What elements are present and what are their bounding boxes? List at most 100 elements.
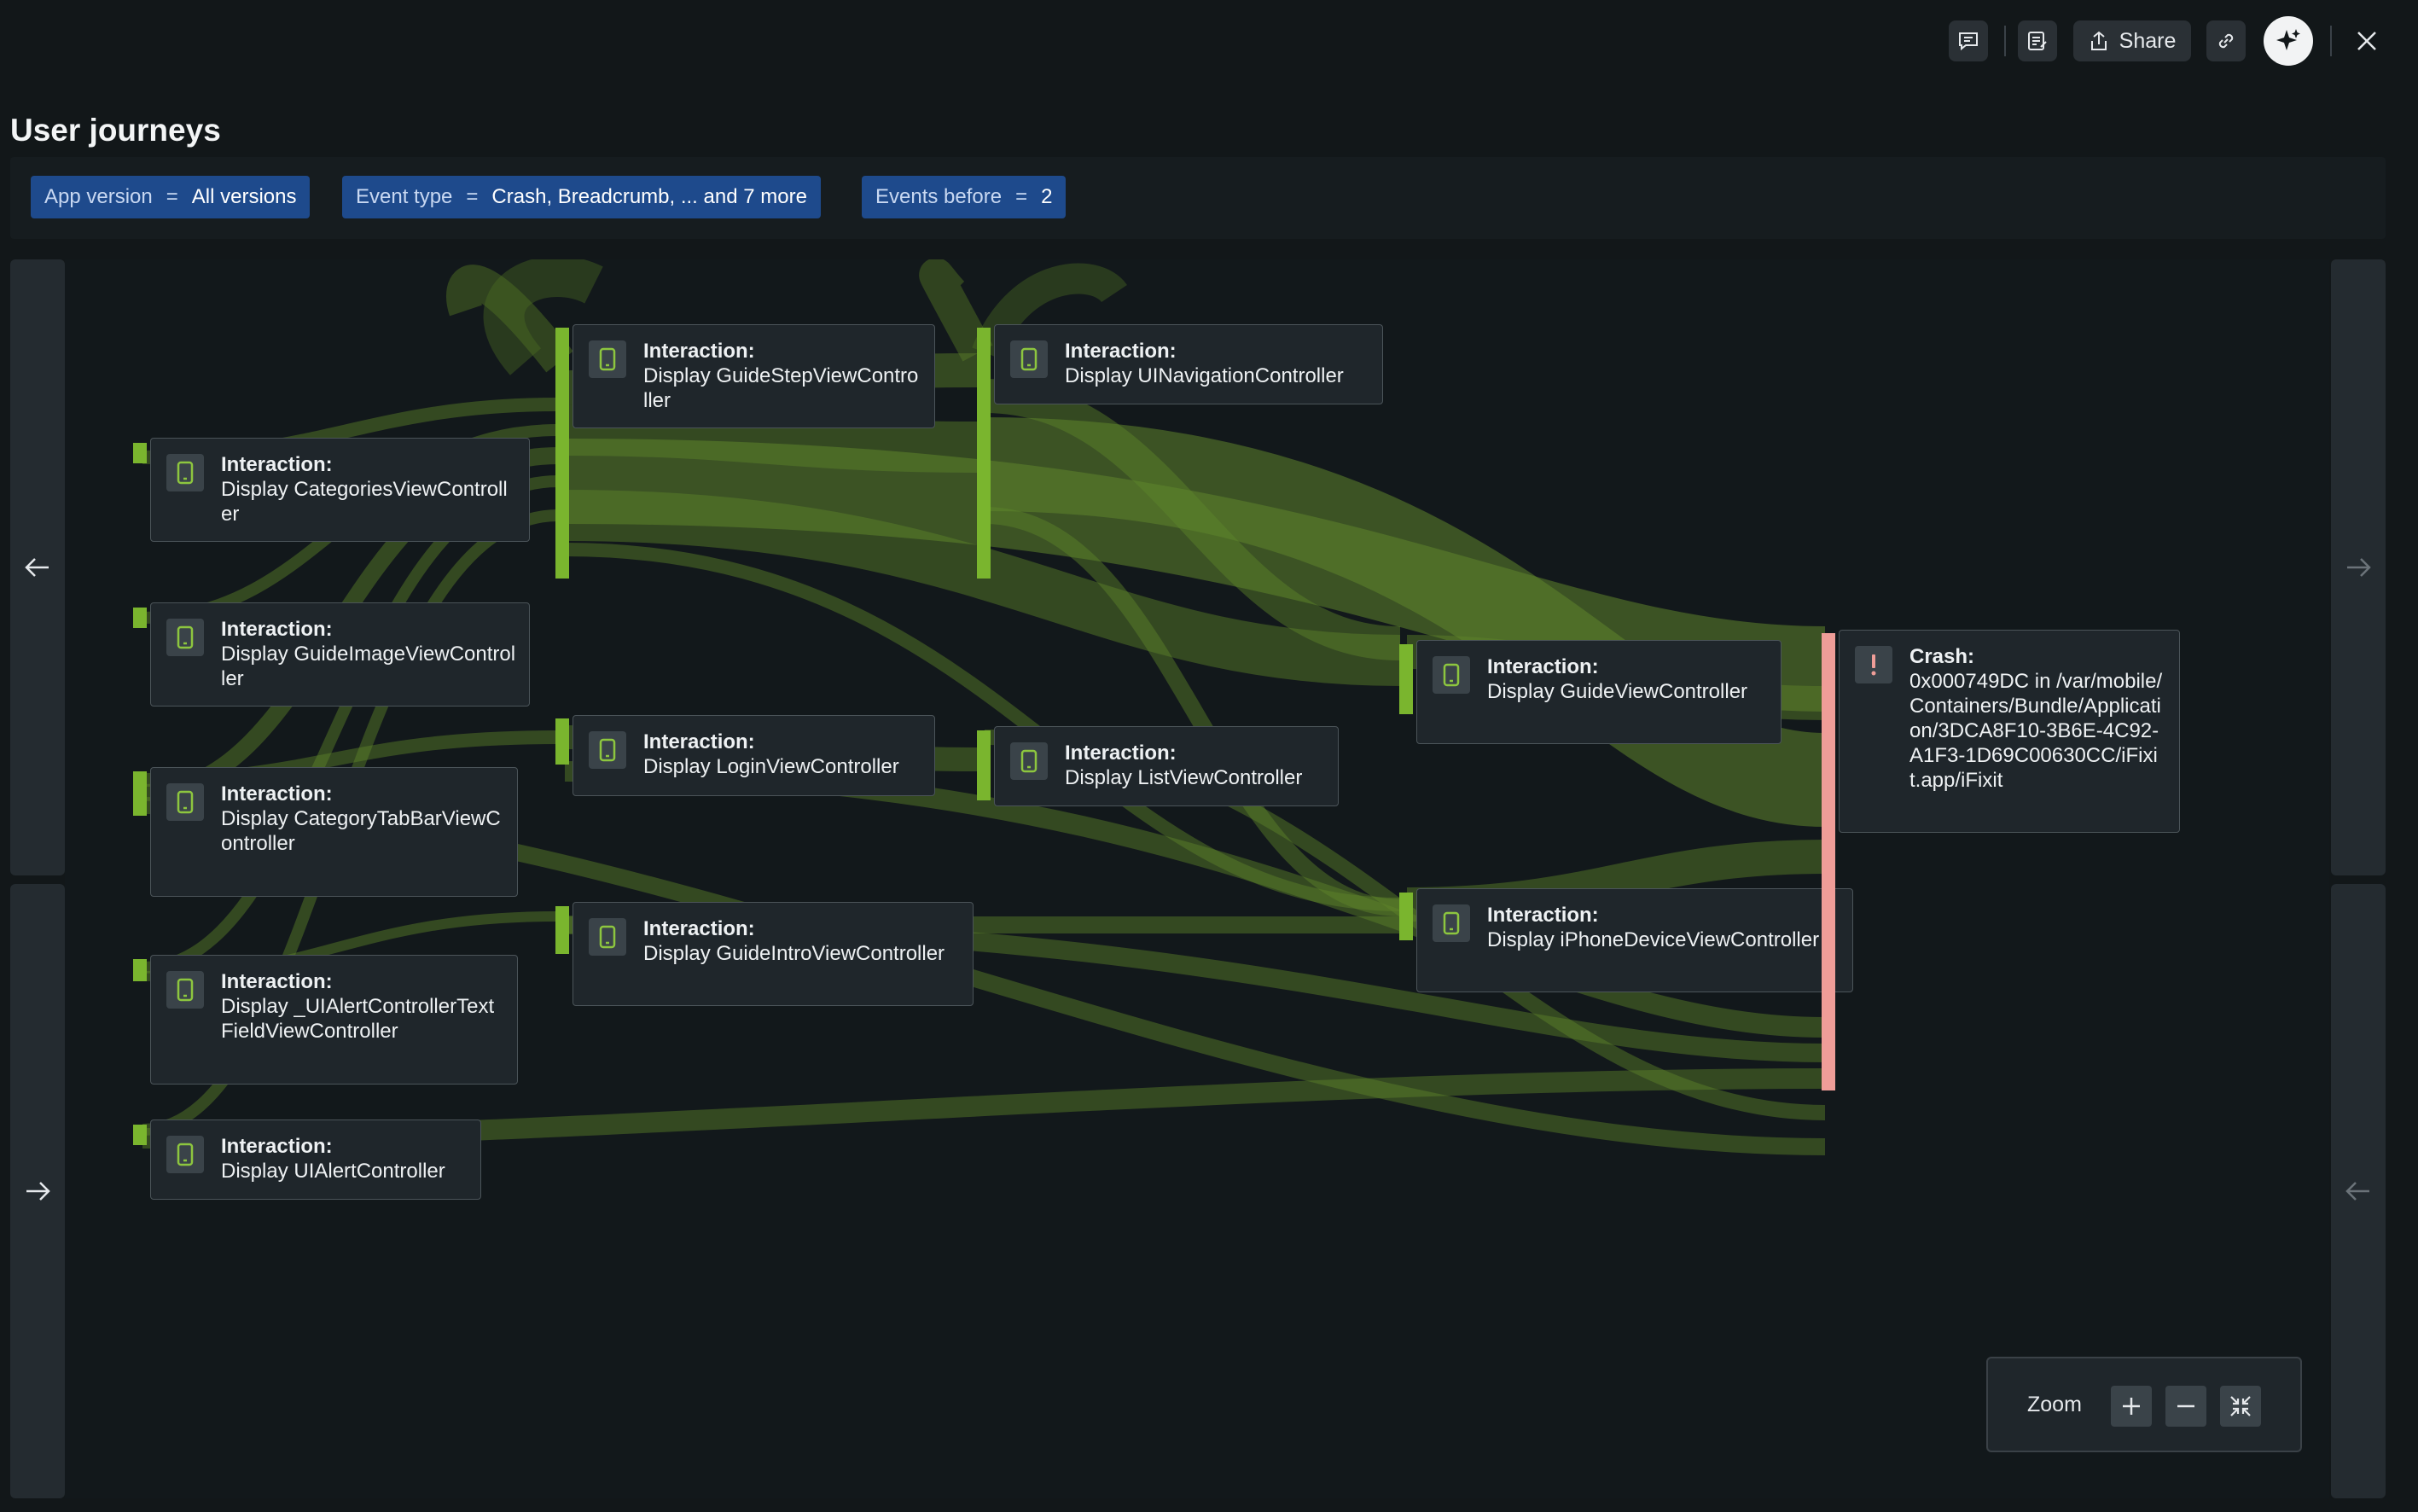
node-kind: Interaction: — [1487, 655, 1599, 678]
node-label: Display GuideIntroViewController — [643, 942, 945, 965]
node-label: Display _UIAlertControllerTextFieldViewC… — [221, 995, 495, 1043]
node-alert-textfield[interactable]: Interaction: Display _UIAlertControllerTe… — [150, 955, 518, 1085]
notes-icon — [2028, 32, 2047, 50]
node-bar — [1399, 893, 1413, 940]
phone-icon — [1010, 742, 1048, 780]
scroll-right-button[interactable] — [2331, 259, 2386, 875]
node-bar — [133, 608, 147, 628]
crash-bar — [1822, 633, 1835, 1090]
node-bar — [555, 328, 569, 579]
node-kind: Interaction: — [221, 618, 333, 641]
phone-icon — [589, 918, 626, 956]
filter-app-version[interactable]: App version = All versions — [31, 176, 311, 218]
node-label: Display UIAlertController — [221, 1160, 445, 1183]
sparkle-icon — [2276, 29, 2300, 50]
phone-icon — [1433, 904, 1470, 942]
share-button[interactable]: Share — [2073, 20, 2191, 61]
filter-key: Event type — [356, 185, 453, 208]
node-bar — [555, 906, 569, 954]
zoom-label: Zoom — [2027, 1393, 2082, 1416]
node-bar — [133, 443, 147, 463]
phone-icon — [589, 731, 626, 769]
node-label: Display GuideStepViewController — [643, 364, 919, 412]
filter-value: 2 — [1041, 185, 1053, 208]
node-label: Display iPhoneDeviceViewController — [1487, 928, 1820, 951]
node-bar — [133, 959, 147, 981]
filter-event-type[interactable]: Event type = Crash, Breadcrumb, ... and … — [342, 176, 821, 218]
arrow-right-icon — [2347, 558, 2371, 577]
ai-assistant-button[interactable] — [2264, 16, 2313, 66]
node-kind: Crash: — [1909, 645, 1975, 668]
filter-key: Events before — [875, 185, 1003, 208]
close-icon — [2357, 32, 2376, 50]
node-kind: Interaction: — [221, 453, 333, 476]
node-label: Display LoginViewController — [643, 755, 899, 778]
phone-icon — [166, 1136, 204, 1173]
fit-view-button[interactable] — [2220, 1386, 2261, 1427]
zoom-controls: Zoom — [1986, 1357, 2302, 1452]
node-list[interactable]: Interaction: Display ListViewController — [994, 726, 1339, 806]
node-guide-image[interactable]: Interaction: Display GuideImageViewContro… — [150, 602, 530, 707]
node-label: 0x000749DC in /var/mobile/Containers/Bun… — [1909, 670, 2163, 792]
node-bar — [1399, 644, 1413, 714]
arrow-left-icon — [25, 558, 49, 577]
scroll-left-button[interactable] — [10, 259, 65, 875]
notes-button[interactable] — [2018, 20, 2057, 61]
node-categories[interactable]: Interaction: Display CategoriesViewContro… — [150, 438, 530, 542]
node-alert[interactable]: Interaction: Display UIAlertController — [150, 1119, 481, 1200]
node-label: Display GuideImageViewController — [221, 643, 516, 690]
node-label: Display CategoryTabBarViewController — [221, 807, 501, 855]
link-icon — [2218, 33, 2234, 49]
node-kind: Interaction: — [643, 730, 755, 753]
arrow-right-icon — [26, 1182, 50, 1201]
scroll-left-button-right[interactable] — [2331, 884, 2386, 1498]
node-iphone-device[interactable]: Interaction: Display iPhoneDeviceViewCont… — [1416, 888, 1853, 992]
node-label: Display GuideViewController — [1487, 680, 1748, 703]
node-label: Display ListViewController — [1065, 766, 1303, 789]
filter-value: Crash, Breadcrumb, ... and 7 more — [491, 185, 807, 208]
phone-icon — [589, 340, 626, 378]
exclamation-icon — [1855, 646, 1892, 683]
filter-operator: = — [1015, 185, 1028, 208]
journey-canvas[interactable]: Interaction: Display CategoriesViewContro… — [65, 259, 2329, 1498]
toolbar-separator — [2004, 26, 2006, 56]
node-guide-step[interactable]: Interaction: Display GuideStepViewControl… — [573, 324, 935, 428]
close-button[interactable] — [2348, 22, 2386, 60]
page-title: User journeys — [10, 113, 221, 148]
phone-icon — [166, 619, 204, 656]
filter-events-before[interactable]: Events before = 2 — [862, 176, 1067, 218]
node-crash[interactable]: Crash: 0x000749DC in /var/mobile/Containe… — [1839, 630, 2180, 833]
share-label: Share — [2119, 28, 2177, 53]
node-kind: Interaction: — [643, 917, 755, 940]
share-icon — [2090, 31, 2107, 50]
node-bar — [555, 718, 569, 765]
node-label: Display CategoriesViewController — [221, 478, 508, 526]
node-guide[interactable]: Interaction: Display GuideViewController — [1416, 640, 1782, 744]
collapse-icon — [2230, 1396, 2251, 1416]
node-kind: Interaction: — [221, 1135, 333, 1158]
toolbar-separator — [2330, 26, 2332, 56]
zoom-out-button[interactable] — [2165, 1386, 2206, 1427]
node-category-tabbar[interactable]: Interaction: Display CategoryTabBarViewCo… — [150, 767, 518, 897]
filter-value: All versions — [191, 185, 297, 208]
filter-bar: App version = All versions Event type = … — [10, 157, 2386, 239]
comment-icon — [1959, 32, 1978, 51]
zoom-in-button[interactable] — [2111, 1386, 2152, 1427]
node-guide-intro[interactable]: Interaction: Display GuideIntroViewContro… — [573, 902, 974, 1006]
phone-icon — [166, 454, 204, 491]
node-bar — [977, 730, 991, 800]
arrow-left-icon — [2345, 1182, 2369, 1201]
filter-key: App version — [44, 185, 153, 208]
copy-link-button[interactable] — [2206, 20, 2246, 61]
scroll-right-button-left[interactable] — [10, 884, 65, 1498]
plus-icon — [2123, 1398, 2140, 1415]
node-bar — [133, 1125, 147, 1145]
phone-icon — [1433, 656, 1470, 694]
phone-icon — [166, 971, 204, 1009]
comment-button[interactable] — [1949, 20, 1988, 61]
filter-operator: = — [466, 185, 479, 208]
phone-icon — [1010, 340, 1048, 378]
node-login[interactable]: Interaction: Display LoginViewController — [573, 715, 935, 796]
node-kind: Interaction: — [221, 970, 333, 993]
node-navigation[interactable]: Interaction: Display UINavigationControll… — [994, 324, 1383, 404]
